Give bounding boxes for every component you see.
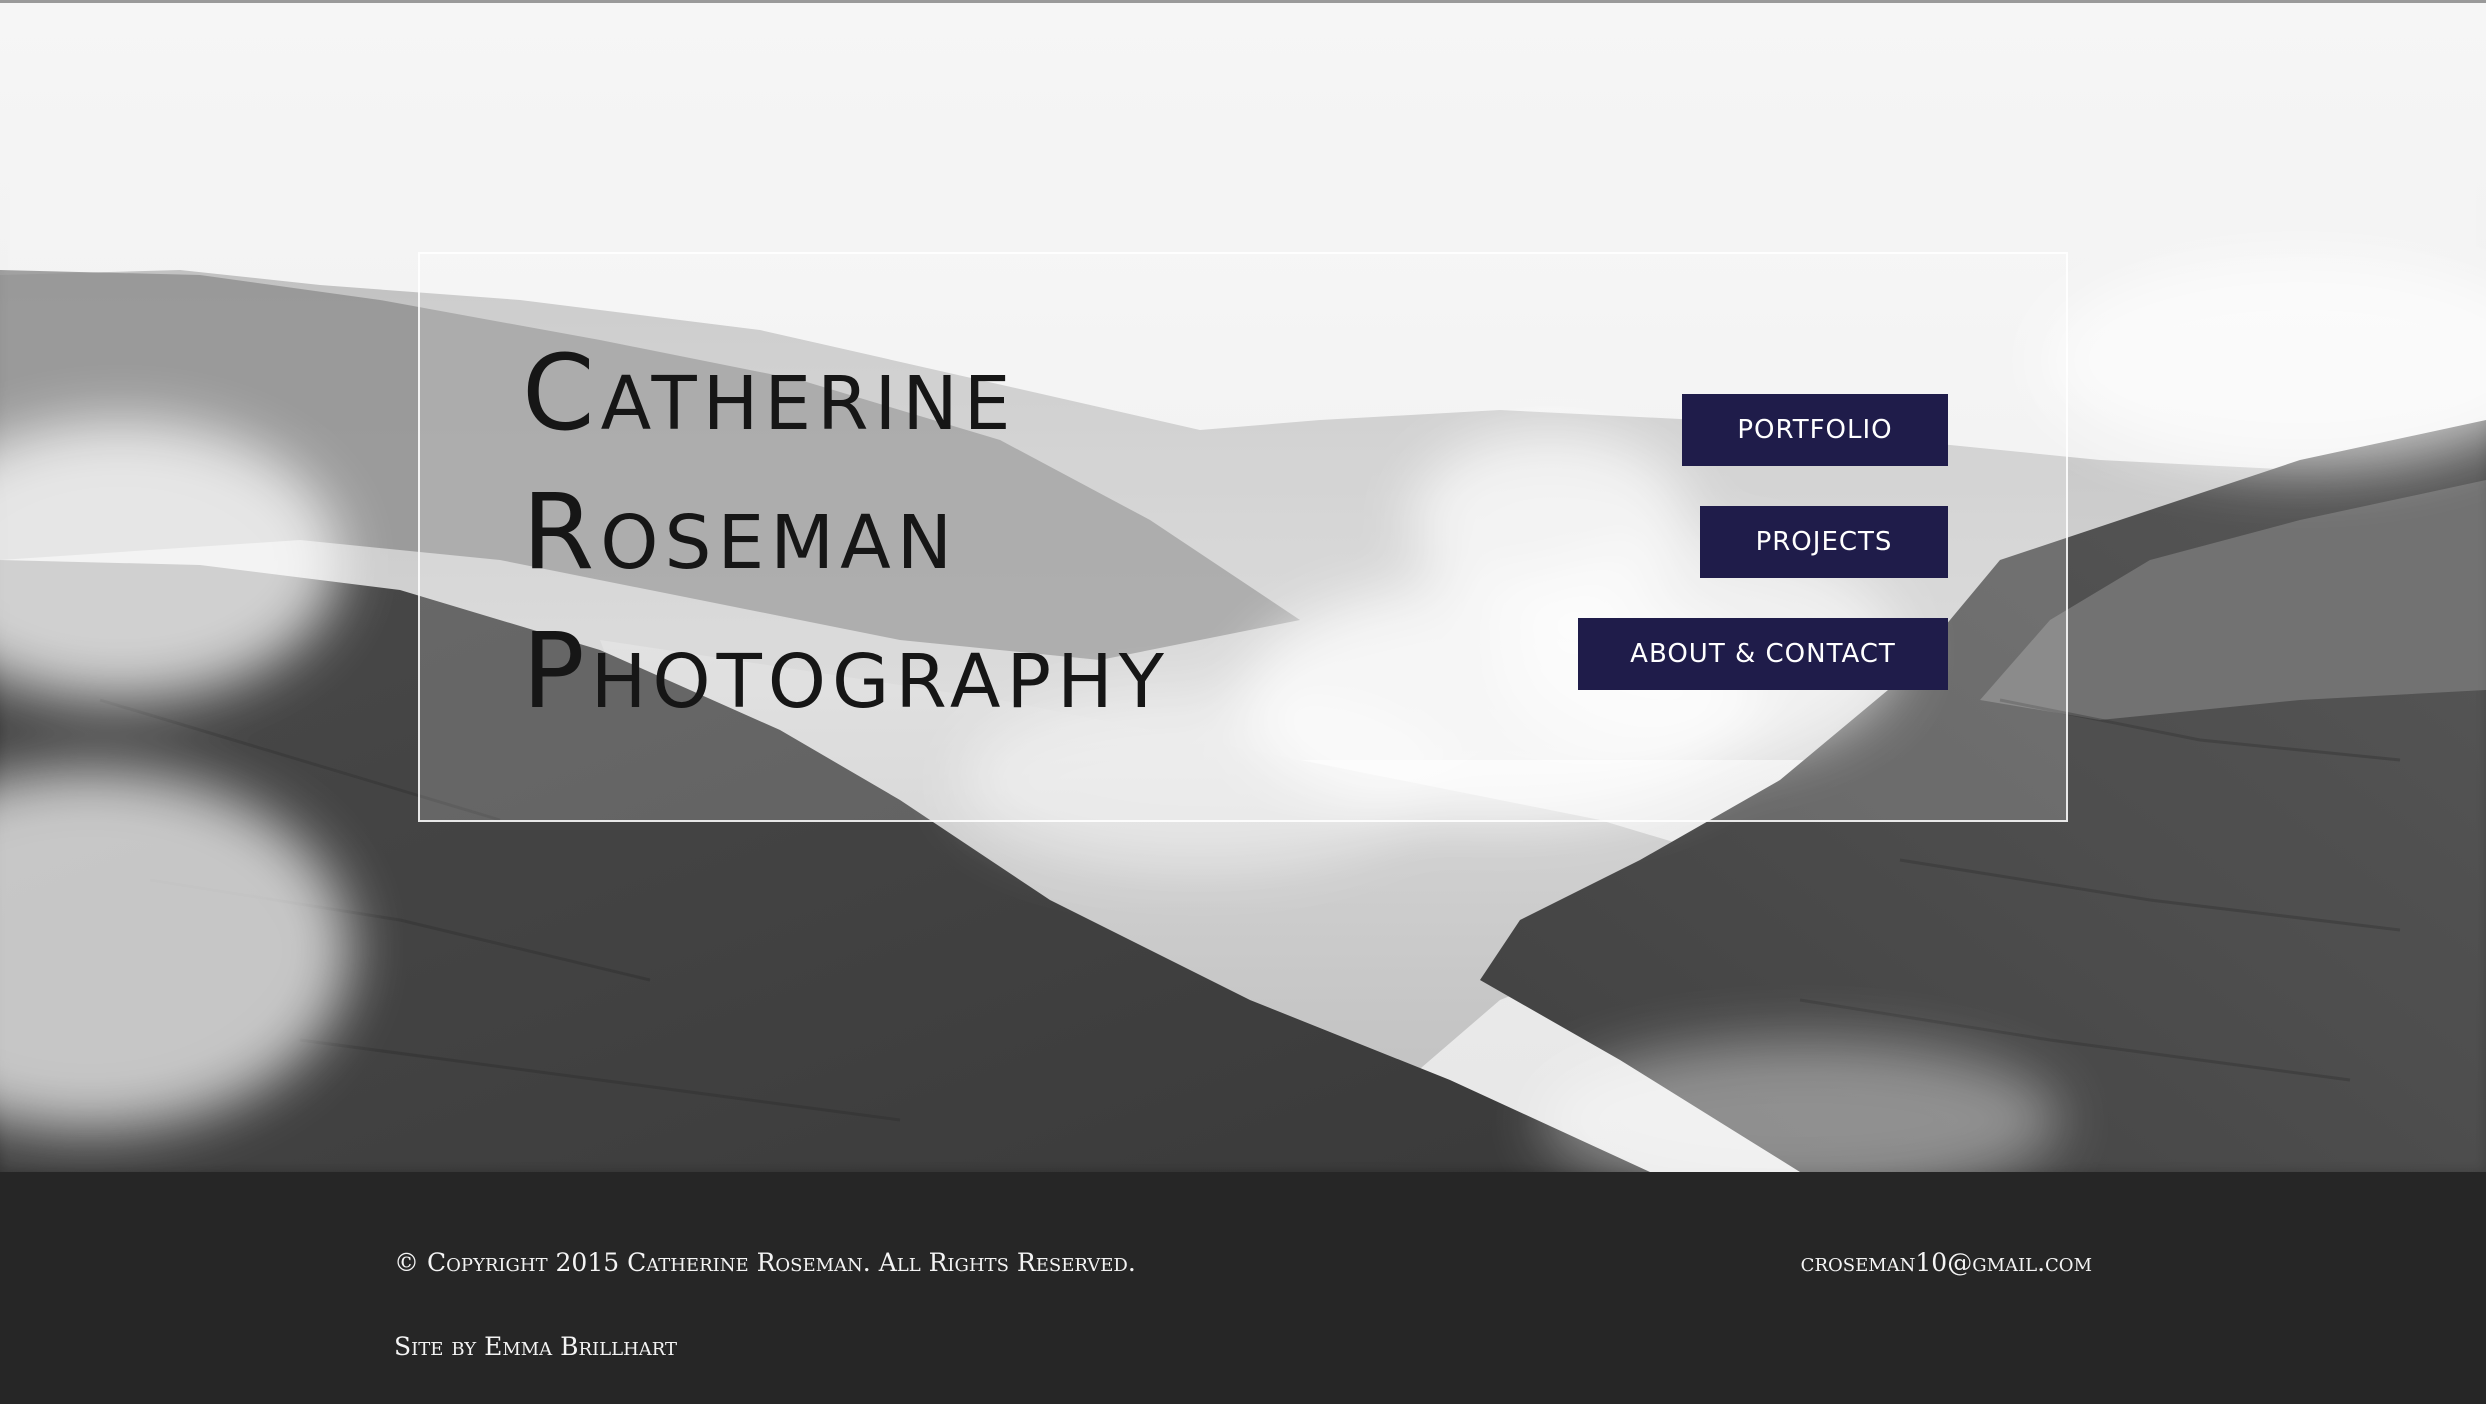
footer: © Copyright 2015 Catherine Roseman. All … xyxy=(0,1172,2486,1404)
title-initial: R xyxy=(522,471,601,593)
title-text: oseman xyxy=(600,500,959,586)
title-text: hotography xyxy=(590,639,1170,725)
title-initial: C xyxy=(522,332,601,454)
copyright-text: © Copyright 2015 Catherine Roseman. All … xyxy=(394,1248,1136,1277)
title-text: atherine xyxy=(600,361,1017,447)
email-link[interactable]: croseman10@gmail.com xyxy=(1801,1248,2092,1277)
about-contact-button[interactable]: About & Contact xyxy=(1578,618,1948,690)
title-line-2: Roseman xyxy=(522,463,1170,602)
site-title: Catherine Roseman Photography xyxy=(522,324,1170,741)
title-line-3: Photography xyxy=(522,602,1170,741)
projects-button[interactable]: Projects xyxy=(1700,506,1948,578)
portfolio-button[interactable]: Portfolio xyxy=(1682,394,1948,466)
title-line-1: Catherine xyxy=(522,324,1170,463)
top-border xyxy=(0,0,2486,3)
title-frame: Catherine Roseman Photography Portfolio … xyxy=(418,252,2068,822)
site-credit-text: Site by Emma Brillhart xyxy=(394,1332,678,1361)
main-nav: Portfolio Projects About & Contact xyxy=(1528,394,1948,694)
hero-background-image: Catherine Roseman Photography Portfolio … xyxy=(0,0,2486,1172)
title-initial: P xyxy=(522,610,591,732)
page: Catherine Roseman Photography Portfolio … xyxy=(0,0,2486,1404)
